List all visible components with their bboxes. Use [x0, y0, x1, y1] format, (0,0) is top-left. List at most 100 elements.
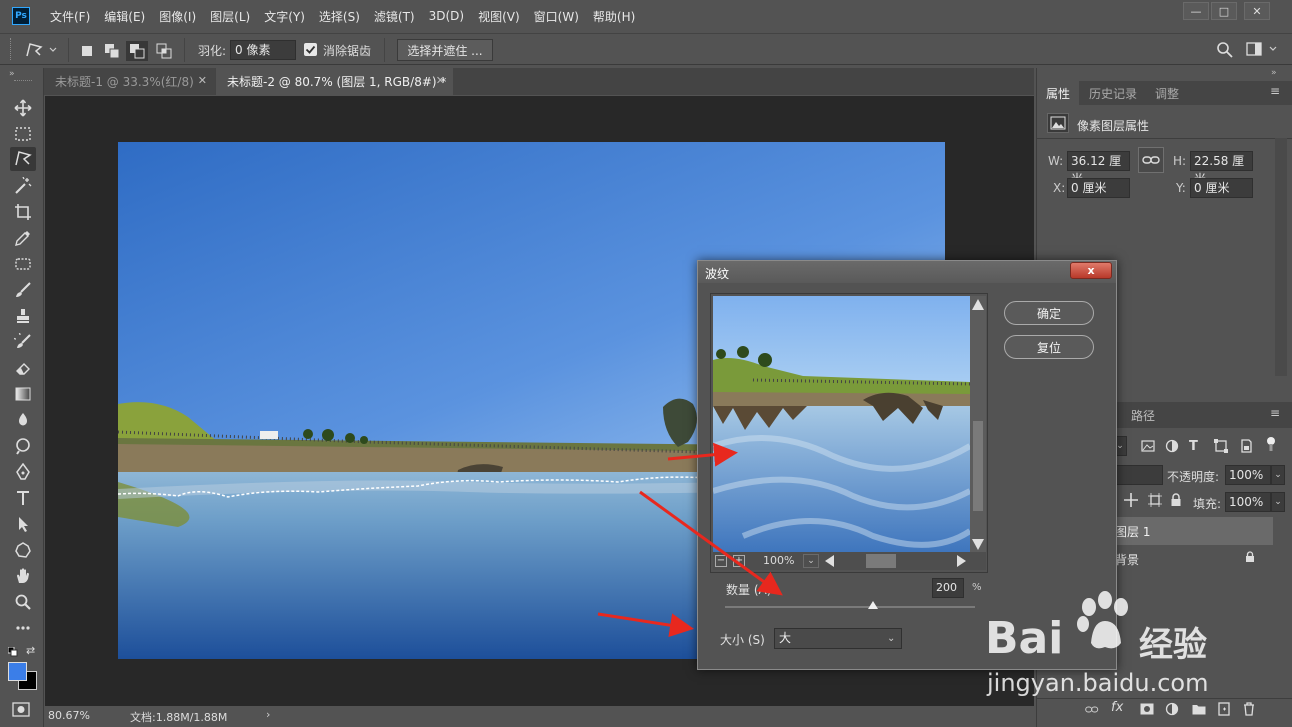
menu-help[interactable]: 帮助(H): [593, 8, 635, 25]
link-layers-icon[interactable]: [1085, 704, 1099, 718]
tab-adjustments[interactable]: 调整: [1147, 81, 1187, 105]
new-group-icon[interactable]: [1192, 703, 1206, 718]
quick-mask-icon[interactable]: [12, 702, 32, 721]
close-icon[interactable]: ✕: [198, 74, 207, 87]
more-tools-icon[interactable]: [10, 616, 36, 640]
size-select[interactable]: 大 ⌄: [774, 628, 902, 649]
new-selection-icon[interactable]: [79, 43, 95, 59]
feather-input[interactable]: 0 像素: [230, 40, 296, 60]
zoom-tool-icon[interactable]: [10, 590, 36, 614]
collapse-arrows-icon[interactable]: »: [9, 69, 15, 79]
height-field[interactable]: 22.58 厘米: [1190, 151, 1253, 186]
move-tool-icon[interactable]: [10, 96, 36, 120]
close-icon[interactable]: ✕: [436, 74, 445, 87]
collapse-arrows-icon[interactable]: »: [1271, 68, 1277, 78]
add-mask-icon[interactable]: [1140, 703, 1154, 718]
zoom-in-icon[interactable]: +: [733, 555, 745, 567]
zoom-level[interactable]: 80.67%: [48, 709, 90, 722]
preview-scrollbar-vertical[interactable]: [970, 296, 986, 553]
layer-row-selected[interactable]: 图层 1: [1113, 517, 1273, 545]
shape-filter-icon[interactable]: [1214, 439, 1228, 456]
gradient-tool-icon[interactable]: [10, 382, 36, 406]
foreground-color-swatch[interactable]: [8, 662, 27, 681]
fill-dropdown[interactable]: ⌄: [1271, 492, 1285, 512]
crop-tool-icon[interactable]: [10, 200, 36, 224]
menu-view[interactable]: 视图(V): [478, 8, 520, 25]
zoom-out-icon[interactable]: −: [715, 555, 727, 567]
amount-input[interactable]: 200: [932, 578, 964, 598]
layer-row[interactable]: 背景: [1113, 545, 1273, 573]
type-tool-icon[interactable]: [10, 486, 36, 510]
opacity-field[interactable]: 100%: [1225, 465, 1271, 485]
lock-artboard-icon[interactable]: [1148, 493, 1162, 510]
stamp-tool-icon[interactable]: [10, 304, 36, 328]
blur-tool-icon[interactable]: [10, 408, 36, 432]
menu-select[interactable]: 选择(S): [319, 8, 360, 25]
brush-tool-icon[interactable]: [10, 278, 36, 302]
properties-scrollbar[interactable]: [1275, 138, 1287, 376]
type-filter-icon[interactable]: T: [1189, 439, 1198, 454]
swap-colors-icon[interactable]: ⇄: [26, 644, 35, 657]
antialias-checkbox[interactable]: [304, 43, 317, 56]
amount-slider-thumb[interactable]: [867, 601, 878, 609]
reset-button[interactable]: 复位: [1004, 335, 1094, 359]
width-field[interactable]: 36.12 厘米: [1067, 151, 1130, 186]
lock-all-icon[interactable]: [1170, 493, 1182, 510]
lock-position-icon[interactable]: [1124, 493, 1138, 510]
tab-document-2[interactable]: 未标题-2 @ 80.7% (图层 1, RGB/8#) * ✕: [216, 68, 453, 95]
pen-tool-icon[interactable]: [10, 460, 36, 484]
polygonal-lasso-icon[interactable]: [24, 41, 58, 62]
fill-field[interactable]: 100%: [1225, 492, 1271, 512]
eraser-tool-icon[interactable]: [10, 356, 36, 380]
minimize-button[interactable]: —: [1183, 2, 1209, 20]
search-icon[interactable]: [1216, 41, 1234, 62]
intersect-selection-icon[interactable]: [156, 43, 172, 59]
tab-history[interactable]: 历史记录: [1081, 81, 1145, 105]
panel-menu-icon[interactable]: ≡: [1270, 406, 1280, 420]
menu-filter[interactable]: 滤镜(T): [374, 8, 415, 25]
subtract-selection-icon[interactable]: [126, 41, 148, 61]
preview-scrollbar-horizontal[interactable]: [823, 552, 968, 570]
workspace-icon[interactable]: [1246, 42, 1282, 61]
filter-preview[interactable]: [713, 296, 970, 553]
menu-3d[interactable]: 3D(D): [429, 9, 464, 23]
eyedropper-tool-icon[interactable]: [10, 226, 36, 250]
filter-toggle-icon[interactable]: [1266, 436, 1276, 452]
lasso-tool-icon[interactable]: [10, 147, 36, 171]
history-brush-tool-icon[interactable]: [10, 330, 36, 354]
adjustment-filter-icon[interactable]: [1165, 439, 1179, 456]
add-selection-icon[interactable]: [104, 43, 120, 59]
tab-paths[interactable]: 路径: [1123, 402, 1163, 428]
maximize-button[interactable]: □: [1211, 2, 1237, 20]
close-window-button[interactable]: ✕: [1244, 2, 1270, 20]
y-field[interactable]: 0 厘米: [1190, 178, 1253, 198]
default-colors-icon[interactable]: [7, 646, 18, 660]
magic-wand-tool-icon[interactable]: [10, 174, 36, 198]
select-and-mask-button[interactable]: 选择并遮住 ...: [397, 39, 493, 61]
panel-menu-icon[interactable]: ≡: [1270, 84, 1280, 98]
menu-image[interactable]: 图像(I): [159, 8, 196, 25]
opacity-dropdown[interactable]: ⌄: [1271, 465, 1285, 485]
menu-edit[interactable]: 编辑(E): [104, 8, 145, 25]
dodge-tool-icon[interactable]: [10, 434, 36, 458]
menu-layer[interactable]: 图层(L): [210, 8, 250, 25]
tab-properties[interactable]: 属性: [1037, 81, 1079, 105]
marquee-tool-icon[interactable]: [10, 122, 36, 146]
x-field[interactable]: 0 厘米: [1067, 178, 1130, 198]
blend-mode-select[interactable]: [1113, 465, 1163, 485]
ok-button[interactable]: 确定: [1004, 301, 1094, 325]
delete-layer-icon[interactable]: [1242, 702, 1256, 719]
patch-tool-icon[interactable]: [10, 252, 36, 276]
chevron-right-icon[interactable]: ›: [266, 708, 270, 721]
image-filter-icon[interactable]: [1141, 439, 1155, 456]
tab-document-1[interactable]: 未标题-1 @ 33.3%(红/8) ✕: [44, 68, 215, 95]
smart-object-filter-icon[interactable]: [1239, 439, 1253, 456]
chevron-down-icon[interactable]: ⌄: [803, 554, 819, 568]
dialog-close-button[interactable]: x: [1070, 262, 1112, 279]
menu-type[interactable]: 文字(Y): [264, 8, 305, 25]
shape-tool-icon[interactable]: [10, 538, 36, 562]
menu-file[interactable]: 文件(F): [50, 8, 90, 25]
dialog-titlebar[interactable]: 波纹 x: [698, 261, 1116, 283]
menu-window[interactable]: 窗口(W): [534, 8, 579, 25]
path-selection-tool-icon[interactable]: [10, 512, 36, 536]
